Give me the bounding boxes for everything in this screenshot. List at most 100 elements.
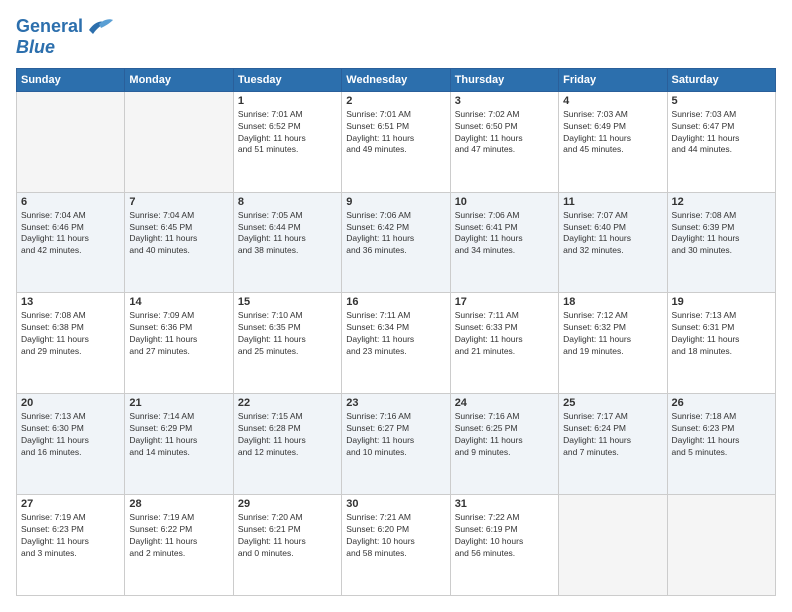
day-info: Sunrise: 7:11 AM Sunset: 6:34 PM Dayligh… [346, 310, 445, 358]
logo: General Blue [16, 16, 113, 58]
day-info: Sunrise: 7:08 AM Sunset: 6:38 PM Dayligh… [21, 310, 120, 358]
day-number: 26 [672, 397, 771, 409]
calendar-cell: 2 Sunrise: 7:01 AM Sunset: 6:51 PM Daylig… [342, 91, 450, 192]
day-info: Sunrise: 7:07 AM Sunset: 6:40 PM Dayligh… [563, 210, 662, 258]
day-info: Sunrise: 7:15 AM Sunset: 6:28 PM Dayligh… [238, 411, 337, 459]
weekday-header-monday: Monday [125, 68, 233, 91]
calendar-cell: 10 Sunrise: 7:06 AM Sunset: 6:41 PM Dayli… [450, 192, 558, 293]
calendar-cell: 31 Sunrise: 7:22 AM Sunset: 6:19 PM Dayli… [450, 495, 558, 596]
day-number: 11 [563, 196, 662, 208]
weekday-header-sunday: Sunday [17, 68, 125, 91]
day-number: 15 [238, 296, 337, 308]
day-number: 14 [129, 296, 228, 308]
calendar-week-row: 1 Sunrise: 7:01 AM Sunset: 6:52 PM Daylig… [17, 91, 776, 192]
calendar-cell: 28 Sunrise: 7:19 AM Sunset: 6:22 PM Dayli… [125, 495, 233, 596]
page: General Blue SundayMondayTuesdayWednesda… [0, 0, 792, 612]
day-number: 7 [129, 196, 228, 208]
day-info: Sunrise: 7:04 AM Sunset: 6:45 PM Dayligh… [129, 210, 228, 258]
calendar-cell: 3Sunrise: 7:02 AM Sunset: 6:50 PM Daylig… [450, 91, 558, 192]
calendar-cell: 18 Sunrise: 7:12 AM Sunset: 6:32 PM Dayli… [559, 293, 667, 394]
day-info: Sunrise: 7:22 AM Sunset: 6:19 PM Dayligh… [455, 512, 554, 560]
day-info: Sunrise: 7:14 AM Sunset: 6:29 PM Dayligh… [129, 411, 228, 459]
day-number: 1 [238, 95, 337, 107]
day-number: 21 [129, 397, 228, 409]
calendar-cell: 9 Sunrise: 7:06 AM Sunset: 6:42 PM Daylig… [342, 192, 450, 293]
calendar-cell [17, 91, 125, 192]
calendar-cell: 25 Sunrise: 7:17 AM Sunset: 6:24 PM Dayli… [559, 394, 667, 495]
day-number: 23 [346, 397, 445, 409]
day-info: Sunrise: 7:12 AM Sunset: 6:32 PM Dayligh… [563, 310, 662, 358]
calendar-cell [559, 495, 667, 596]
calendar-cell: 22Sunrise: 7:15 AM Sunset: 6:28 PM Dayli… [233, 394, 341, 495]
day-info: Sunrise: 7:16 AM Sunset: 6:27 PM Dayligh… [346, 411, 445, 459]
calendar-cell: 19Sunrise: 7:13 AM Sunset: 6:31 PM Dayli… [667, 293, 775, 394]
day-info: Sunrise: 7:03 AM Sunset: 6:47 PM Dayligh… [672, 109, 771, 157]
calendar-cell: 11 Sunrise: 7:07 AM Sunset: 6:40 PM Dayli… [559, 192, 667, 293]
day-number: 27 [21, 498, 120, 510]
logo-bird-icon [85, 16, 113, 38]
calendar-cell: 6Sunrise: 7:04 AM Sunset: 6:46 PM Daylig… [17, 192, 125, 293]
calendar-week-row: 27 Sunrise: 7:19 AM Sunset: 6:23 PM Dayli… [17, 495, 776, 596]
day-number: 18 [563, 296, 662, 308]
day-info: Sunrise: 7:18 AM Sunset: 6:23 PM Dayligh… [672, 411, 771, 459]
day-info: Sunrise: 7:06 AM Sunset: 6:41 PM Dayligh… [455, 210, 554, 258]
calendar-cell: 1 Sunrise: 7:01 AM Sunset: 6:52 PM Daylig… [233, 91, 341, 192]
day-number: 16 [346, 296, 445, 308]
day-info: Sunrise: 7:01 AM Sunset: 6:51 PM Dayligh… [346, 109, 445, 157]
day-info: Sunrise: 7:11 AM Sunset: 6:33 PM Dayligh… [455, 310, 554, 358]
day-number: 10 [455, 196, 554, 208]
day-number: 29 [238, 498, 337, 510]
day-number: 13 [21, 296, 120, 308]
day-number: 4 [563, 95, 662, 107]
day-number: 31 [455, 498, 554, 510]
calendar-table: SundayMondayTuesdayWednesdayThursdayFrid… [16, 68, 776, 596]
day-info: Sunrise: 7:06 AM Sunset: 6:42 PM Dayligh… [346, 210, 445, 258]
calendar-cell: 29 Sunrise: 7:20 AM Sunset: 6:21 PM Dayli… [233, 495, 341, 596]
calendar-cell: 5 Sunrise: 7:03 AM Sunset: 6:47 PM Daylig… [667, 91, 775, 192]
day-number: 30 [346, 498, 445, 510]
day-number: 12 [672, 196, 771, 208]
calendar-cell: 16 Sunrise: 7:11 AM Sunset: 6:34 PM Dayli… [342, 293, 450, 394]
logo-text: General [16, 17, 83, 37]
calendar-cell: 14 Sunrise: 7:09 AM Sunset: 6:36 PM Dayli… [125, 293, 233, 394]
calendar-cell: 26 Sunrise: 7:18 AM Sunset: 6:23 PM Dayli… [667, 394, 775, 495]
day-number: 8 [238, 196, 337, 208]
day-number: 19 [672, 296, 771, 308]
day-number: 24 [455, 397, 554, 409]
calendar-week-row: 6Sunrise: 7:04 AM Sunset: 6:46 PM Daylig… [17, 192, 776, 293]
day-info: Sunrise: 7:19 AM Sunset: 6:23 PM Dayligh… [21, 512, 120, 560]
day-number: 9 [346, 196, 445, 208]
day-info: Sunrise: 7:19 AM Sunset: 6:22 PM Dayligh… [129, 512, 228, 560]
logo-blue-text: Blue [16, 38, 55, 58]
weekday-header-friday: Friday [559, 68, 667, 91]
day-number: 25 [563, 397, 662, 409]
day-info: Sunrise: 7:02 AM Sunset: 6:50 PM Dayligh… [455, 109, 554, 157]
weekday-header-saturday: Saturday [667, 68, 775, 91]
day-info: Sunrise: 7:21 AM Sunset: 6:20 PM Dayligh… [346, 512, 445, 560]
weekday-header-thursday: Thursday [450, 68, 558, 91]
day-info: Sunrise: 7:05 AM Sunset: 6:44 PM Dayligh… [238, 210, 337, 258]
calendar-week-row: 20Sunrise: 7:13 AM Sunset: 6:30 PM Dayli… [17, 394, 776, 495]
calendar-cell [125, 91, 233, 192]
calendar-cell: 13 Sunrise: 7:08 AM Sunset: 6:38 PM Dayli… [17, 293, 125, 394]
day-info: Sunrise: 7:17 AM Sunset: 6:24 PM Dayligh… [563, 411, 662, 459]
calendar-week-row: 13 Sunrise: 7:08 AM Sunset: 6:38 PM Dayli… [17, 293, 776, 394]
calendar-cell: 4Sunrise: 7:03 AM Sunset: 6:49 PM Daylig… [559, 91, 667, 192]
day-info: Sunrise: 7:20 AM Sunset: 6:21 PM Dayligh… [238, 512, 337, 560]
day-number: 2 [346, 95, 445, 107]
calendar-cell: 20Sunrise: 7:13 AM Sunset: 6:30 PM Dayli… [17, 394, 125, 495]
day-number: 6 [21, 196, 120, 208]
calendar-cell: 23 Sunrise: 7:16 AM Sunset: 6:27 PM Dayli… [342, 394, 450, 495]
day-info: Sunrise: 7:16 AM Sunset: 6:25 PM Dayligh… [455, 411, 554, 459]
day-number: 28 [129, 498, 228, 510]
weekday-header-wednesday: Wednesday [342, 68, 450, 91]
day-info: Sunrise: 7:13 AM Sunset: 6:30 PM Dayligh… [21, 411, 120, 459]
day-number: 5 [672, 95, 771, 107]
calendar-cell: 21 Sunrise: 7:14 AM Sunset: 6:29 PM Dayli… [125, 394, 233, 495]
day-info: Sunrise: 7:10 AM Sunset: 6:35 PM Dayligh… [238, 310, 337, 358]
calendar-cell: 8 Sunrise: 7:05 AM Sunset: 6:44 PM Daylig… [233, 192, 341, 293]
day-info: Sunrise: 7:01 AM Sunset: 6:52 PM Dayligh… [238, 109, 337, 157]
day-info: Sunrise: 7:09 AM Sunset: 6:36 PM Dayligh… [129, 310, 228, 358]
calendar-cell: 24 Sunrise: 7:16 AM Sunset: 6:25 PM Dayli… [450, 394, 558, 495]
day-info: Sunrise: 7:08 AM Sunset: 6:39 PM Dayligh… [672, 210, 771, 258]
